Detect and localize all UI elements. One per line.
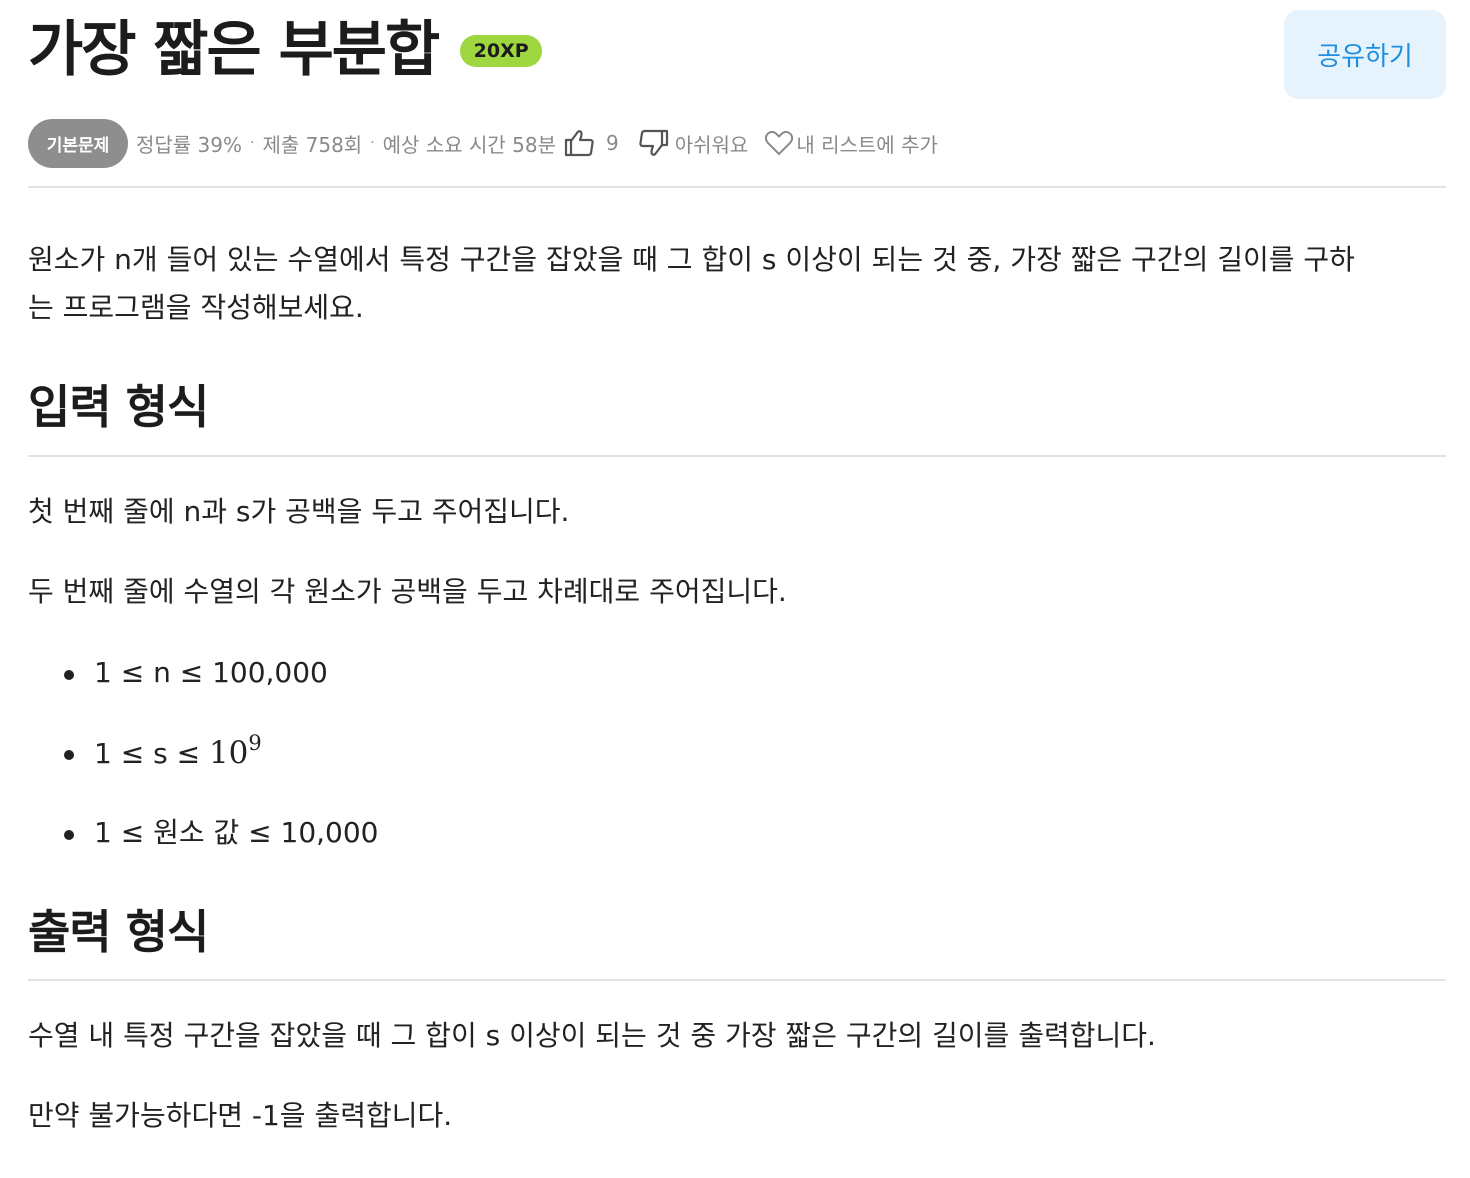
- like-button[interactable]: 9: [564, 129, 619, 157]
- separator-dot: ·: [250, 135, 255, 151]
- level-badge: 기본문제: [28, 118, 128, 168]
- problem-meta: 기본문제 정답률 39% · 제출 758회 · 예상 소요 시간 58분 9 …: [28, 118, 938, 168]
- dislike-label: 아쉬워요: [674, 132, 749, 157]
- header-divider: [28, 186, 1446, 188]
- estimated-time: 예상 소요 시간 58분: [382, 132, 556, 157]
- constraint-item: 1 ≤ s ≤ 109: [64, 733, 379, 813]
- heart-icon: [764, 130, 794, 156]
- constraint-item: 1 ≤ 원소 값 ≤ 10,000: [64, 813, 379, 893]
- constraint-item: 1 ≤ n ≤ 100,000: [64, 653, 379, 733]
- output-line-2: 만약 불가능하다면 -1을 출력합니다.: [28, 1099, 453, 1132]
- description-line-1: 원소가 n개 들어 있는 수열에서 특정 구간을 잡았을 때 그 합이 s 이상…: [28, 243, 1355, 276]
- input-line-1: 첫 번째 줄에 n과 s가 공백을 두고 주어집니다.: [28, 495, 570, 528]
- math-expression: 109: [208, 731, 262, 772]
- dislike-button[interactable]: 아쉬워요: [637, 129, 749, 158]
- problem-description: 원소가 n개 들어 있는 수열에서 특정 구간을 잡았을 때 그 합이 s 이상…: [28, 236, 1446, 332]
- page-title: 가장 짧은 부분합: [28, 15, 440, 85]
- description-line-2: 는 프로그램을 작성해보세요.: [28, 291, 364, 324]
- like-count: 9: [605, 131, 619, 155]
- add-to-list-button[interactable]: 내 리스트에 추가: [764, 129, 938, 158]
- thumbs-up-icon: [564, 129, 596, 157]
- submission-count: 제출 758회: [262, 132, 363, 157]
- separator-dot: ·: [370, 135, 375, 151]
- problem-header: 가장 짧은 부분합 20XP 공유하기: [28, 0, 1446, 100]
- input-line-2: 두 번째 줄에 수열의 각 원소가 공백을 두고 차례대로 주어집니다.: [28, 575, 787, 608]
- accuracy-rate: 정답률 39%: [136, 132, 243, 157]
- thumbs-down-icon: [637, 129, 669, 157]
- xp-badge: 20XP: [460, 35, 543, 67]
- output-section-title: 출력 형식: [28, 905, 209, 959]
- title-row: 가장 짧은 부분합 20XP: [28, 12, 543, 88]
- constraint-list: 1 ≤ n ≤ 100,000 1 ≤ s ≤ 109 1 ≤ 원소 값 ≤ 1…: [64, 653, 379, 893]
- problem-page: 가장 짧은 부분합 20XP 공유하기 기본문제 정답률 39% · 제출 75…: [28, 0, 1446, 1132]
- share-button[interactable]: 공유하기: [1284, 10, 1446, 99]
- add-list-label: 내 리스트에 추가: [796, 132, 938, 157]
- output-line-1: 수열 내 특정 구간을 잡았을 때 그 합이 s 이상이 되는 것 중 가장 짧…: [28, 1019, 1156, 1052]
- input-section-title: 입력 형식: [28, 380, 209, 434]
- output-section-divider: [28, 979, 1446, 981]
- input-section-divider: [28, 455, 1446, 457]
